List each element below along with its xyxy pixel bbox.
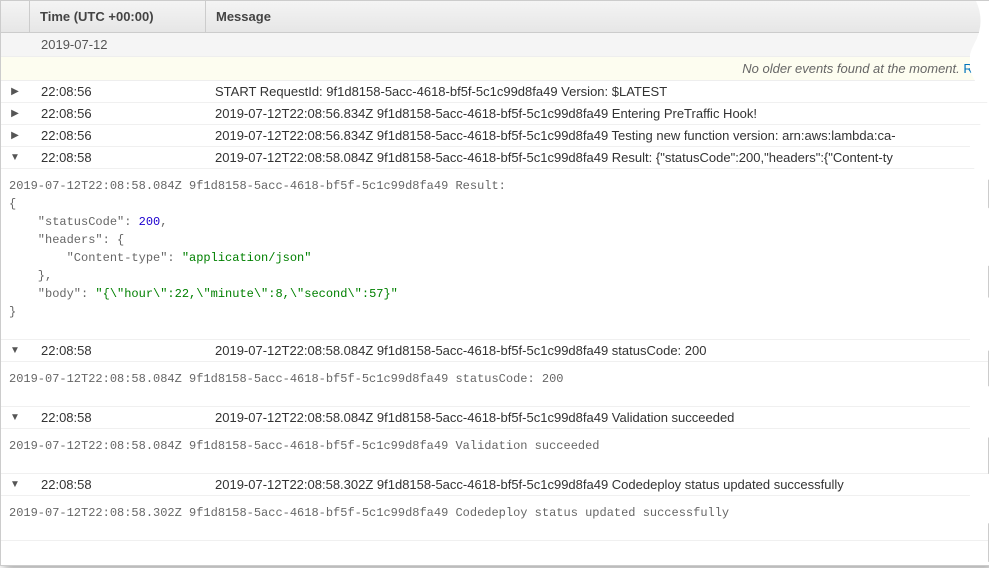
log-detail-json: 2019-07-12T22:08:58.084Z 9f1d8158-5acc-4… bbox=[1, 169, 988, 340]
date-group: 2019-07-12 bbox=[1, 33, 988, 57]
log-row[interactable]: ▶ 22:08:56 2019-07-12T22:08:56.834Z 9f1d… bbox=[1, 103, 988, 125]
expand-toggle[interactable]: ▶ bbox=[1, 84, 29, 97]
expand-toggle[interactable]: ▶ bbox=[1, 128, 29, 141]
log-row[interactable]: ▼ 22:08:58 2019-07-12T22:08:58.084Z 9f1d… bbox=[1, 407, 988, 429]
log-message: 2019-07-12T22:08:58.302Z 9f1d8158-5acc-4… bbox=[205, 477, 988, 492]
log-time: 22:08:58 bbox=[29, 150, 205, 165]
collapse-toggle[interactable]: ▼ bbox=[1, 343, 29, 356]
log-message: 2019-07-12T22:08:56.834Z 9f1d8158-5acc-4… bbox=[205, 106, 988, 121]
log-row[interactable]: ▼ 22:08:58 2019-07-12T22:08:58.084Z 9f1d… bbox=[1, 147, 988, 169]
log-row[interactable]: ▼ 22:08:58 2019-07-12T22:08:58.302Z 9f1d… bbox=[1, 474, 988, 496]
collapse-toggle[interactable]: ▼ bbox=[1, 150, 29, 163]
log-time: 22:08:56 bbox=[29, 84, 205, 99]
log-viewer: Time (UTC +00:00) Message 2019-07-12 No … bbox=[0, 0, 989, 566]
no-older-events-banner: No older events found at the moment. Re bbox=[1, 57, 988, 81]
log-message: 2019-07-12T22:08:58.084Z 9f1d8158-5acc-4… bbox=[205, 150, 988, 165]
log-message: 2019-07-12T22:08:58.084Z 9f1d8158-5acc-4… bbox=[205, 343, 988, 358]
log-time: 22:08:56 bbox=[29, 128, 205, 143]
log-time: 22:08:58 bbox=[29, 343, 205, 358]
log-row[interactable]: ▼ 22:08:58 2019-07-12T22:08:58.084Z 9f1d… bbox=[1, 340, 988, 362]
log-detail: 2019-07-12T22:08:58.302Z 9f1d8158-5acc-4… bbox=[1, 496, 988, 541]
json-number: 200 bbox=[139, 215, 161, 229]
log-detail: 2019-07-12T22:08:58.084Z 9f1d8158-5acc-4… bbox=[1, 429, 988, 474]
table-header: Time (UTC +00:00) Message bbox=[1, 1, 988, 33]
retry-link[interactable]: Re bbox=[963, 61, 980, 76]
log-time: 22:08:58 bbox=[29, 410, 205, 425]
log-row[interactable]: ▶ 22:08:56 START RequestId: 9f1d8158-5ac… bbox=[1, 81, 988, 103]
banner-text: No older events found at the moment. bbox=[742, 61, 963, 76]
collapse-toggle[interactable]: ▼ bbox=[1, 477, 29, 490]
detail-prefix: 2019-07-12T22:08:58.084Z 9f1d8158-5acc-4… bbox=[9, 179, 506, 193]
header-message[interactable]: Message bbox=[205, 1, 988, 32]
log-row[interactable]: ▶ 22:08:56 2019-07-12T22:08:56.834Z 9f1d… bbox=[1, 125, 988, 147]
expand-toggle[interactable]: ▶ bbox=[1, 106, 29, 119]
log-message: START RequestId: 9f1d8158-5acc-4618-bf5f… bbox=[205, 84, 988, 99]
log-message: 2019-07-12T22:08:58.084Z 9f1d8158-5acc-4… bbox=[205, 410, 988, 425]
json-string: "{\"hour\":22,\"minute\":8,\"second\":57… bbox=[95, 287, 397, 301]
collapse-toggle[interactable]: ▼ bbox=[1, 410, 29, 423]
log-message: 2019-07-12T22:08:56.834Z 9f1d8158-5acc-4… bbox=[205, 128, 988, 143]
log-time: 22:08:58 bbox=[29, 477, 205, 492]
log-time: 22:08:56 bbox=[29, 106, 205, 121]
torn-bottom-edge bbox=[1, 541, 988, 565]
json-string: "application/json" bbox=[182, 251, 312, 265]
log-detail: 2019-07-12T22:08:58.084Z 9f1d8158-5acc-4… bbox=[1, 362, 988, 407]
header-time[interactable]: Time (UTC +00:00) bbox=[29, 1, 205, 32]
